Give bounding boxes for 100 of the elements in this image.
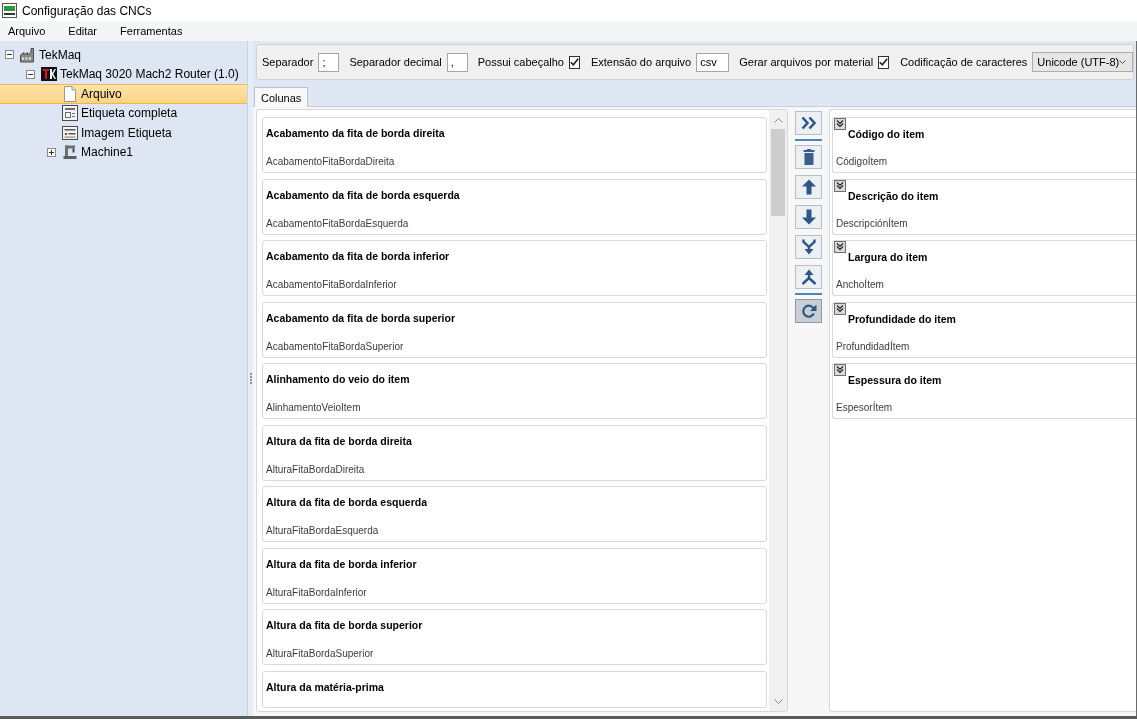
merge-arrow-icon [800, 239, 817, 255]
arrow-up-icon [800, 179, 817, 195]
scrollbar[interactable] [769, 110, 787, 711]
text-field[interactable]: csv [696, 52, 730, 72]
menu-item[interactable]: Ferramentas [113, 23, 190, 39]
column-field-name: EspesorÍtem [836, 401, 893, 414]
tree-item[interactable]: Imagem Etiqueta [0, 123, 247, 143]
column-title: Espessura do item [848, 373, 942, 387]
move-up-button[interactable] [795, 175, 822, 199]
column-card[interactable]: Altura da fita de borda esquerda AlturaFitaBordaEsquerda [262, 486, 767, 542]
refresh-icon [800, 303, 817, 319]
field-label: Extensão do arquivo [590, 56, 692, 68]
split-button[interactable] [795, 265, 822, 289]
tree-item[interactable]: Arquivo [0, 84, 247, 104]
column-card[interactable]: Altura da matéria-prima [262, 670, 767, 708]
menu-item[interactable]: Arquivo [1, 23, 53, 39]
column-card[interactable]: Alinhamento do veio do item AlinhamentoVeioItem [262, 363, 767, 419]
refresh-button[interactable] [795, 299, 822, 323]
field-label: Separador decimal [349, 56, 442, 68]
move-all-button[interactable] [795, 111, 822, 135]
column-card[interactable]: Código do item CódigoÍtem [832, 117, 1136, 173]
logo-icon [41, 66, 57, 83]
split-arrow-icon [800, 269, 817, 285]
tree-item[interactable]: TekMaq 3020 Mach2 Router (1.0) [0, 64, 247, 84]
checkmark-icon [879, 58, 889, 66]
arrow-down-icon [800, 209, 817, 225]
tree-item[interactable]: Etiqueta completa [0, 103, 247, 123]
column-title: Descrição do item [848, 188, 939, 203]
caret-icon [1119, 60, 1127, 64]
column-field-name: AlturaFitaBordaEsquerda [266, 524, 379, 537]
column-field-name: ProfundidadÍtem [836, 339, 910, 353]
checkbox-label: Possui cabeçalho [477, 56, 564, 68]
column-title: Alinhamento do veio do item [266, 372, 410, 386]
column-card[interactable]: Altura da fita de borda direita AlturaFitaBordaDireita [262, 424, 767, 481]
tab[interactable]: Colunas [254, 87, 309, 107]
text-field[interactable]: ; [318, 52, 340, 72]
collapse-icon[interactable] [834, 118, 846, 130]
tree-item[interactable]: Machine1 [0, 142, 247, 162]
field-label: Codificação de caracteres [900, 56, 1028, 68]
collapse-icon[interactable] [834, 302, 846, 315]
splitter-grip-icon[interactable] [249, 373, 252, 384]
collapse-icon[interactable] [834, 179, 846, 192]
column-field-name: DescripciónÍtem [836, 216, 908, 230]
column-field-name: AlturaFitaBordaDireita [266, 462, 365, 476]
column-card[interactable]: Largura do item AnchoÍtem [832, 240, 1136, 296]
delete-button[interactable] [795, 145, 822, 169]
tree-item[interactable]: TekMaq [0, 45, 247, 65]
column-title: Altura da fita de borda esquerda [266, 495, 428, 509]
column-title: Acabamento da fita de borda superior [266, 310, 456, 325]
column-card[interactable]: Acabamento da fita de borda direita AcabamentoFitaBordaDireita [262, 117, 767, 173]
checkmark-icon [569, 58, 579, 66]
column-title: Código do item [848, 127, 925, 141]
scrollbar-thumb[interactable] [771, 129, 785, 216]
column-title: Acabamento da fita de borda inferior [266, 249, 450, 263]
column-card[interactable]: Acabamento da fita de borda superior AcabamentoFitaBordaSuperior [262, 301, 767, 358]
column-field-name: AcabamentoFitaBordaSuperior [266, 339, 404, 353]
label-image-icon [62, 124, 78, 141]
field-label: Separador [262, 56, 314, 68]
column-card[interactable]: Altura da fita de borda superior AlturaFitaBordaSuperior [262, 609, 767, 665]
column-title: Altura da fita de borda direita [266, 433, 412, 448]
double-chevron-icon [800, 115, 817, 131]
column-field-name: AcabamentoFitaBordaInferior [266, 278, 397, 291]
column-field-name: AlinhamentoVeioItem [266, 401, 361, 414]
column-card[interactable]: Acabamento da fita de borda inferior AcabamentoFitaBordaInferior [262, 240, 767, 296]
column-card[interactable]: Espessura do item EspesorÍtem [832, 363, 1136, 419]
checkbox[interactable] [568, 55, 580, 69]
column-title: Altura da matéria-prima [266, 679, 384, 694]
column-title: Acabamento da fita de borda direita [266, 126, 445, 140]
column-card[interactable]: Acabamento da fita de borda esquerda AcabamentoFitaBordaEsquerda [262, 178, 767, 235]
expand-toggle-icon[interactable] [47, 147, 56, 157]
column-title: Acabamento da fita de borda esquerda [266, 187, 460, 202]
label-layout-icon [62, 105, 78, 122]
collapse-toggle-icon[interactable] [26, 69, 35, 79]
text-field[interactable]: , [446, 52, 468, 72]
column-field-name: AnchoÍtem [836, 278, 884, 291]
document-icon [62, 85, 78, 102]
column-title: Altura da fita de borda inferior [266, 556, 417, 571]
column-card[interactable]: Profundidade do item ProfundidadÍtem [832, 301, 1136, 358]
menu-item[interactable]: Editar [61, 23, 105, 39]
column-field-name: AlturaFitaBordaInferior [266, 585, 367, 599]
collapse-toggle-icon[interactable] [5, 50, 14, 60]
collapse-icon[interactable] [834, 241, 846, 253]
merge-button[interactable] [795, 235, 822, 259]
move-down-button[interactable] [795, 205, 822, 229]
column-card[interactable]: Descrição do item DescripciónÍtem [832, 178, 1136, 235]
column-title: Profundidade do item [848, 311, 956, 326]
scroll-up-icon[interactable] [773, 118, 783, 123]
column-field-name: AcabamentoFitaBordaDireita [266, 155, 395, 168]
column-field-name: CódigoÍtem [836, 155, 888, 168]
scroll-down-icon[interactable] [773, 699, 783, 704]
window-title: Configuração das CNCs [22, 3, 152, 18]
column-title: Altura da fita de borda superior [266, 618, 423, 632]
column-title: Largura do item [848, 250, 928, 264]
checkbox-label: Gerar arquivos por material [739, 56, 874, 68]
collapse-icon[interactable] [834, 364, 846, 376]
dropdown[interactable]: Unicode (UTF-8) [1032, 52, 1134, 72]
checkbox[interactable] [878, 55, 890, 69]
column-field-name: AlturaFitaBordaSuperior [266, 647, 374, 660]
column-card[interactable]: Altura da fita de borda inferior AlturaFitaBordaInferior [262, 547, 767, 604]
factory-icon [20, 46, 36, 63]
